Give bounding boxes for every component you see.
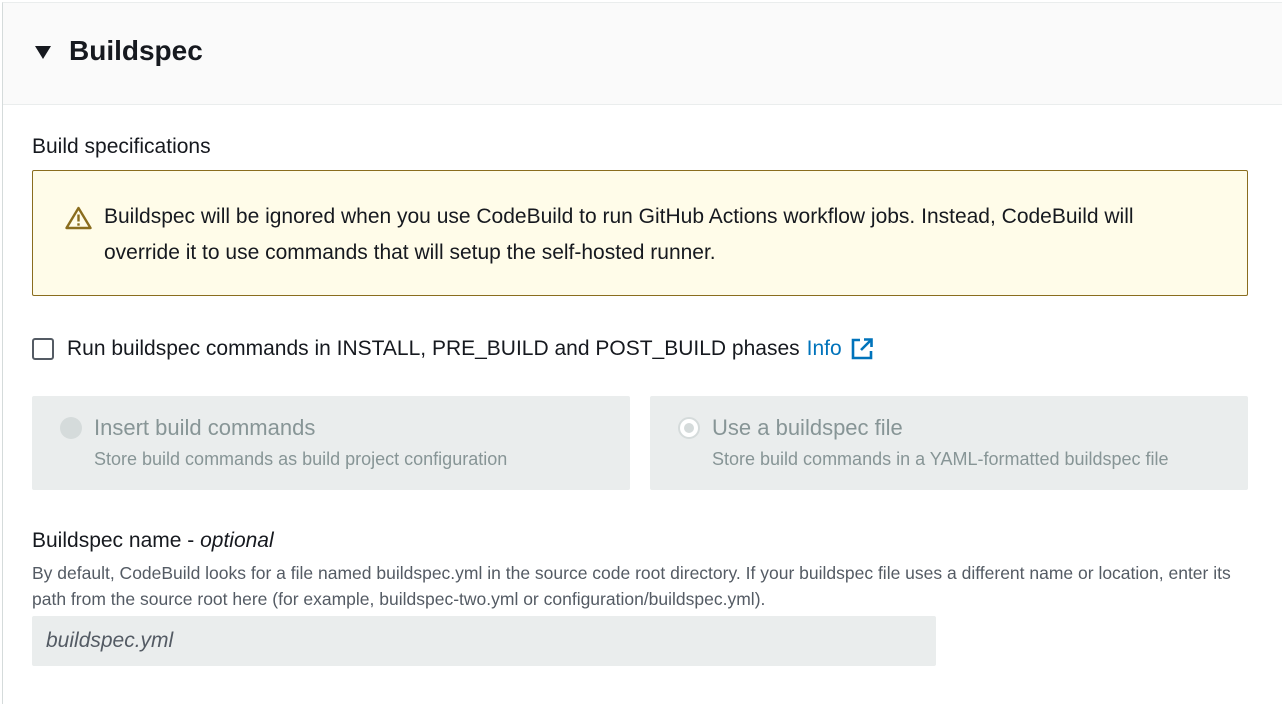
panel-header[interactable]: Buildspec xyxy=(3,3,1282,105)
tile-description: Store build commands as build project co… xyxy=(94,449,508,469)
info-link[interactable]: Info xyxy=(807,337,874,361)
checkbox-label[interactable]: Run buildspec commands in INSTALL, PRE_B… xyxy=(67,337,800,361)
use-buildspec-file-radio[interactable] xyxy=(678,417,700,439)
optional-label: optional xyxy=(200,529,274,552)
tile-title: Use a buildspec file xyxy=(712,415,903,440)
tile-description: Store build commands in a YAML-formatted… xyxy=(712,449,1169,469)
buildspec-name-input[interactable]: buildspec.yml xyxy=(32,616,936,666)
run-buildspec-checkbox[interactable] xyxy=(32,338,54,360)
field-label-text: Buildspec name - xyxy=(32,529,201,552)
warning-alert: Buildspec will be ignored when you use C… xyxy=(32,170,1248,296)
warning-icon xyxy=(65,206,92,230)
panel-title[interactable]: Buildspec xyxy=(69,35,203,67)
buildspec-name-description: By default, CodeBuild looks for a file n… xyxy=(32,563,1231,609)
caret-down-icon[interactable] xyxy=(35,46,51,59)
tile-title: Insert build commands xyxy=(94,415,316,440)
alert-text: Buildspec will be ignored when you use C… xyxy=(104,205,1134,264)
info-link-label[interactable]: Info xyxy=(807,337,842,361)
buildspec-phases-option: Run buildspec commands in INSTALL, PRE_B… xyxy=(32,334,874,364)
insert-build-commands-tile[interactable]: Insert build commands Store build comman… xyxy=(32,396,630,490)
insert-build-commands-radio[interactable] xyxy=(60,417,82,439)
use-buildspec-file-tile[interactable]: Use a buildspec file Store build command… xyxy=(650,396,1248,490)
section-label: Build specifications xyxy=(32,135,211,158)
external-link-icon[interactable] xyxy=(850,337,874,361)
buildspec-name-label: Buildspec name - optional xyxy=(32,529,274,553)
